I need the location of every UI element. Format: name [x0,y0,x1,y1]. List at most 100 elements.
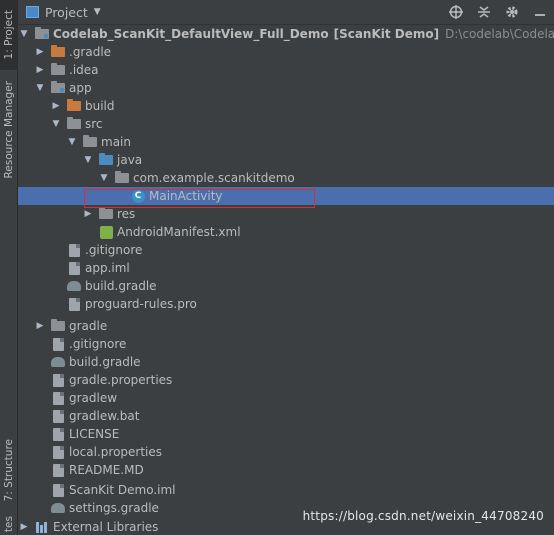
tree-row[interactable]: ScanKit Demo.iml [18,481,554,499]
tree-item-label: AndroidManifest.xml [117,225,241,239]
tree-item-label: main [101,135,131,149]
chevron-right-icon[interactable]: ▶ [34,321,46,331]
project-panel-header: Project ▼ [18,0,554,25]
gear-icon[interactable] [504,4,520,20]
source-folder-icon [99,153,113,165]
chevron-right-icon[interactable]: ▶ [18,522,30,532]
tree-row[interactable]: build.gradle [18,277,554,295]
tab-structure[interactable]: 7: Structure [0,430,18,510]
tree-row[interactable]: gradle.properties [18,371,554,389]
tree-item-label: build.gradle [85,279,157,293]
tree-row[interactable]: AndroidManifest.xml [18,223,554,241]
watermark: https://blog.csdn.net/weixin_44708240 [302,509,544,523]
tree-item-label: LICENSE [69,427,120,441]
markdown-file-icon [52,463,64,477]
tree-item-label: java [117,153,143,167]
highlight-box [84,189,315,208]
tree-item-label: .gradle [69,45,112,59]
properties-file-icon [52,445,64,459]
tab-favorites[interactable]: tes [0,514,18,535]
tree-row[interactable]: ▼ app [18,79,554,97]
root-path: D:\codelab\Codelab_ScanKit_DefaultView [445,27,554,41]
tree-item-label: com.example.scankitdemo [133,171,295,185]
chevron-right-icon[interactable]: ▶ [34,47,46,57]
file-icon [52,409,64,423]
collapse-icon[interactable] [476,4,492,20]
tab-project[interactable]: 1: Project [0,0,18,70]
minimize-icon[interactable] [532,4,548,20]
tree-item-label: proguard-rules.pro [85,297,197,311]
tree-item-label: gradle.properties [69,373,173,387]
tree-item-label: gradlew [69,391,118,405]
file-icon [52,337,64,351]
root-label: Codelab_ScanKit_DefaultView_Full_Demo [53,27,329,41]
tree-row[interactable]: gradlew [18,389,554,407]
chevron-right-icon[interactable]: ▶ [50,101,62,111]
properties-file-icon [52,373,64,387]
tree-row[interactable]: LICENSE [18,425,554,443]
chevron-down-icon[interactable]: ▼ [66,137,78,147]
tree-row[interactable]: ▼ com.example.scankitdemo [18,169,554,187]
tab-structure-label: 7: Structure [3,438,15,502]
module-folder-icon [35,27,49,39]
chevron-down-icon[interactable]: ▼ [98,173,110,183]
file-icon [52,427,64,441]
chevron-down-icon[interactable]: ▼ [34,83,46,93]
chevron-right-icon[interactable]: ▶ [82,209,94,219]
chevron-down-icon[interactable]: ▼ [94,7,101,17]
tree-item-label: .gitignore [69,337,127,351]
tree-item-label: res [117,207,136,221]
tree-row[interactable]: proguard-rules.pro [18,295,554,313]
chevron-down-icon[interactable]: ▼ [18,29,30,39]
tree-row[interactable]: ▼ src [18,115,554,133]
tab-resource-manager[interactable]: Resource Manager [0,81,18,179]
tree-row[interactable]: ▶ .gradle [18,43,554,61]
root-tag: [ScanKit Demo] [333,27,440,41]
tree-item-label: settings.gradle [69,501,159,515]
tree-item-label: app [69,81,92,95]
tree-item-label: gradlew.bat [69,409,140,423]
tree-row[interactable]: .gitignore [18,241,554,259]
tree-row[interactable]: ▼ java [18,151,554,169]
tree-row[interactable]: app.iml [18,259,554,277]
folder-icon [83,135,97,147]
tree-row[interactable]: ▶ gradle [18,317,554,335]
tree-row[interactable]: ▼ main [18,133,554,151]
tree-item-label: .idea [69,63,99,77]
chevron-right-icon[interactable]: ▶ [34,65,46,75]
iml-file-icon [68,261,80,275]
folder-icon [67,99,81,111]
file-icon [68,297,80,311]
project-view-selector[interactable]: Project [45,5,88,20]
folder-icon [67,117,81,129]
project-tree[interactable]: ▼ Codelab_ScanKit_DefaultView_Full_Demo … [18,25,554,535]
tree-item-label: local.properties [69,445,163,459]
tree-row[interactable]: gradlew.bat [18,407,554,425]
folder-icon [51,63,65,75]
chevron-down-icon[interactable]: ▼ [82,155,94,165]
folder-icon [51,45,65,57]
package-icon [115,171,129,183]
tree-item-label: gradle [69,319,108,333]
chevron-down-icon[interactable]: ▼ [50,119,62,129]
tree-row[interactable]: README.MD [18,461,554,479]
tree-row[interactable]: .gitignore [18,335,554,353]
tree-item-label: .gitignore [85,243,143,257]
target-icon[interactable] [448,4,464,20]
tree-item-label: External Libraries [53,520,159,534]
resource-folder-icon [99,207,113,219]
folder-icon [51,319,65,331]
tree-row[interactable]: ▶ .idea [18,61,554,79]
left-tool-strip: 1: Project Resource Manager 7: Structure… [0,0,18,535]
tree-row[interactable]: build.gradle [18,353,554,371]
tab-project-label: 1: Project [3,10,15,60]
tree-item-label: app.iml [85,261,130,275]
library-icon [35,521,49,533]
tree-row[interactable]: ▶ build [18,97,554,115]
project-view-icon [26,6,39,18]
tree-row-root[interactable]: ▼ Codelab_ScanKit_DefaultView_Full_Demo … [18,25,554,43]
tree-item-label: README.MD [69,463,144,477]
gradle-icon [51,357,65,367]
tree-item-label: build.gradle [69,355,141,369]
tree-row[interactable]: local.properties [18,443,554,461]
